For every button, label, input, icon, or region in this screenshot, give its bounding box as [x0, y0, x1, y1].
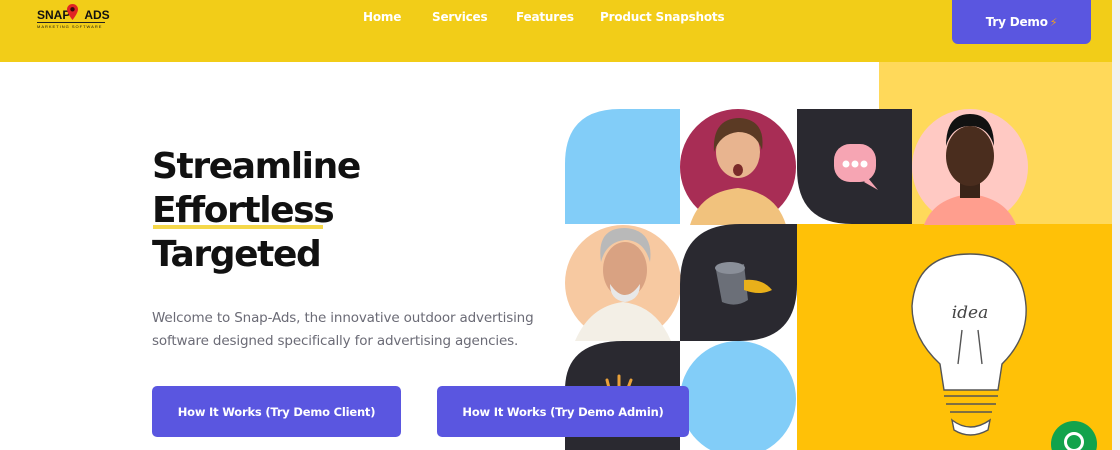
hero-subtext-line-1: Welcome to Snap-Ads, the innovative outd… — [152, 310, 534, 326]
try-demo-admin-button[interactable]: How It Works (Try Demo Admin) — [437, 386, 689, 437]
sky-circle-tile — [680, 341, 796, 450]
lightbulb-label: idea — [952, 303, 989, 323]
sky-leaf-tile — [565, 109, 680, 224]
headline-line-2: Effortless — [152, 190, 335, 231]
try-demo-client-button[interactable]: How It Works (Try Demo Client) — [152, 386, 401, 437]
headline-line-3: Targeted — [152, 234, 322, 275]
hero-subtext-line-2: software designed specifically for adver… — [152, 333, 519, 349]
headline-line-1: Streamline — [152, 146, 361, 187]
scrollbar[interactable] — [1112, 0, 1120, 450]
chat-icon — [1064, 432, 1084, 450]
